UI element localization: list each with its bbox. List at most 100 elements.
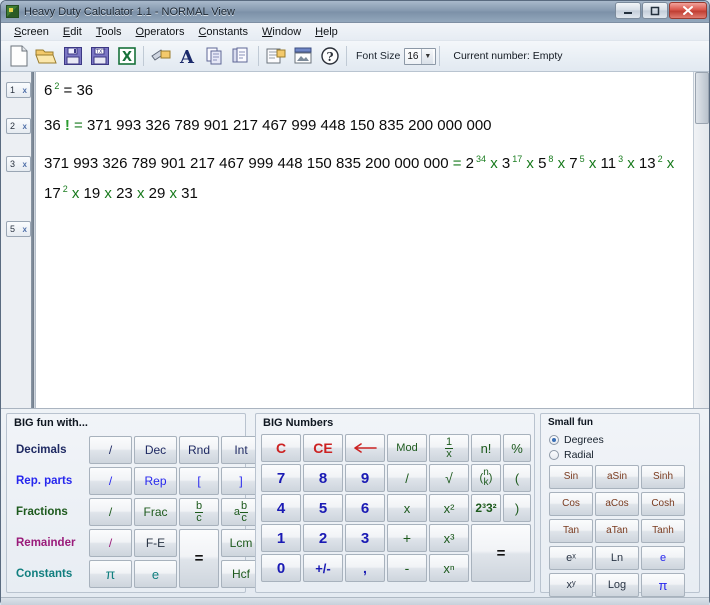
key-rnd[interactable]: Rnd [179, 436, 219, 464]
close-icon[interactable]: x [23, 160, 27, 169]
radio-indicator-degrees[interactable] [549, 435, 559, 445]
key-paren-close[interactable]: ) [503, 494, 531, 522]
key-mod[interactable]: Mod [387, 434, 427, 462]
menu-item-screen[interactable]: SScreencreen [10, 25, 59, 39]
copy-icon[interactable] [201, 43, 228, 69]
close-icon[interactable]: x [23, 225, 27, 234]
menu-item-operators[interactable]: Operators [132, 25, 195, 39]
key-clear[interactable]: C [261, 434, 301, 462]
key-pi-right[interactable]: π [641, 573, 685, 597]
key-reciprocal[interactable]: 1x [429, 434, 469, 462]
key-9[interactable]: 9 [345, 464, 385, 492]
key-7[interactable]: 7 [261, 464, 301, 492]
close-button[interactable] [669, 2, 707, 19]
radio-radial[interactable]: Radial [549, 449, 594, 461]
key-0[interactable]: 0 [261, 554, 301, 582]
close-icon[interactable]: x [23, 122, 27, 131]
key-rep[interactable]: Rep [134, 467, 177, 495]
key-comma[interactable]: , [345, 554, 385, 582]
line-tab-5[interactable]: 5 x [6, 221, 31, 237]
menu-item-edit[interactable]: Edit [59, 25, 92, 39]
key-asin[interactable]: aSin [595, 465, 639, 489]
key-1[interactable]: 1 [261, 524, 301, 552]
new-document-icon[interactable] [5, 43, 32, 69]
key-6[interactable]: 6 [345, 494, 385, 522]
open-folder-icon[interactable] [32, 43, 59, 69]
key-dec[interactable]: Dec [134, 436, 177, 464]
font-size-select[interactable]: 16 ▼ [404, 47, 437, 65]
line-tab-3[interactable]: 3 x [6, 156, 31, 172]
key-sinh[interactable]: Sinh [641, 465, 685, 489]
save-as-text-icon[interactable]: TXT [86, 43, 113, 69]
key-e-power-x[interactable]: eˣ [549, 546, 593, 570]
expression-canvas[interactable]: 62 = 36 36 ! = 371 993 326 789 901 217 4… [35, 72, 709, 408]
key-tan[interactable]: Tan [549, 519, 593, 543]
key-prime-factorise[interactable]: 2³3² [471, 494, 501, 522]
key-remainder-divide[interactable]: / [89, 529, 132, 557]
key-atan[interactable]: aTan [595, 519, 639, 543]
export-excel-icon[interactable]: X [113, 43, 140, 69]
scrollbar-thumb[interactable] [695, 72, 709, 124]
key-cosh[interactable]: Cosh [641, 492, 685, 516]
menu-item-help[interactable]: Help [311, 25, 348, 39]
key-backspace[interactable] [345, 434, 385, 462]
key-acos[interactable]: aCos [595, 492, 639, 516]
key-sin[interactable]: Sin [549, 465, 593, 489]
key-percent[interactable]: % [503, 434, 531, 462]
key-plus[interactable]: + [387, 524, 427, 552]
key-equals[interactable]: = [471, 524, 531, 582]
key-factorial[interactable]: n! [471, 434, 501, 462]
key-decimals-divide[interactable]: / [89, 436, 132, 464]
key-x-cubed[interactable]: x³ [429, 524, 469, 552]
key-rep-divide[interactable]: / [89, 467, 132, 495]
key-minus[interactable]: - [387, 554, 427, 582]
key-e[interactable]: e [134, 560, 177, 588]
paint-brush-icon[interactable] [147, 43, 174, 69]
key-3[interactable]: 3 [345, 524, 385, 552]
save-disk-icon[interactable] [59, 43, 86, 69]
key-x-power-n[interactable]: xⁿ [429, 554, 469, 582]
key-clear-entry[interactable]: CE [303, 434, 343, 462]
key-sign-toggle[interactable]: +/- [303, 554, 343, 582]
menu-item-window[interactable]: Window [258, 25, 311, 39]
key-cos[interactable]: Cos [549, 492, 593, 516]
key-x-squared[interactable]: x² [429, 494, 469, 522]
key-x-power-y[interactable]: xʸ [549, 573, 593, 597]
properties-icon[interactable] [262, 43, 289, 69]
key-f-e[interactable]: F-E [134, 529, 177, 557]
key-binomial[interactable]: (n k) [471, 464, 501, 492]
key-divide[interactable]: / [387, 464, 427, 492]
menu-item-tools[interactable]: Tools [92, 25, 132, 39]
key-bracket-open[interactable]: [ [179, 467, 219, 495]
key-tanh[interactable]: Tanh [641, 519, 685, 543]
vertical-scrollbar[interactable] [693, 72, 709, 408]
chevron-down-icon[interactable]: ▼ [421, 48, 434, 64]
image-export-icon[interactable] [289, 43, 316, 69]
radio-indicator-radial[interactable] [549, 450, 559, 460]
key-2[interactable]: 2 [303, 524, 343, 552]
help-question-icon[interactable]: ? [316, 43, 343, 69]
key-fractions-divide[interactable]: / [89, 498, 132, 526]
key-b-over-c[interactable]: bc [179, 498, 219, 526]
key-multiply[interactable]: x [387, 494, 427, 522]
key-5[interactable]: 5 [303, 494, 343, 522]
maximize-button[interactable] [642, 2, 668, 19]
font-icon[interactable]: A [174, 43, 201, 69]
key-ln[interactable]: Ln [595, 546, 639, 570]
key-8[interactable]: 8 [303, 464, 343, 492]
key-4[interactable]: 4 [261, 494, 301, 522]
radio-degrees[interactable]: Degrees [549, 434, 604, 446]
key-equals-left-panel[interactable]: = [179, 529, 219, 588]
line-tab-2[interactable]: 2 x [6, 118, 31, 134]
key-paren-open[interactable]: ( [503, 464, 531, 492]
close-icon[interactable]: x [23, 86, 27, 95]
key-frac[interactable]: Frac [134, 498, 177, 526]
key-pi[interactable]: π [89, 560, 132, 588]
key-euler-e[interactable]: e [641, 546, 685, 570]
line-tab-1[interactable]: 1 x [6, 82, 31, 98]
menu-item-constants[interactable]: Constants [194, 25, 258, 39]
key-sqrt[interactable]: √ [429, 464, 469, 492]
paste-icon[interactable] [228, 43, 255, 69]
key-log[interactable]: Log [595, 573, 639, 597]
minimize-button[interactable] [615, 2, 641, 19]
